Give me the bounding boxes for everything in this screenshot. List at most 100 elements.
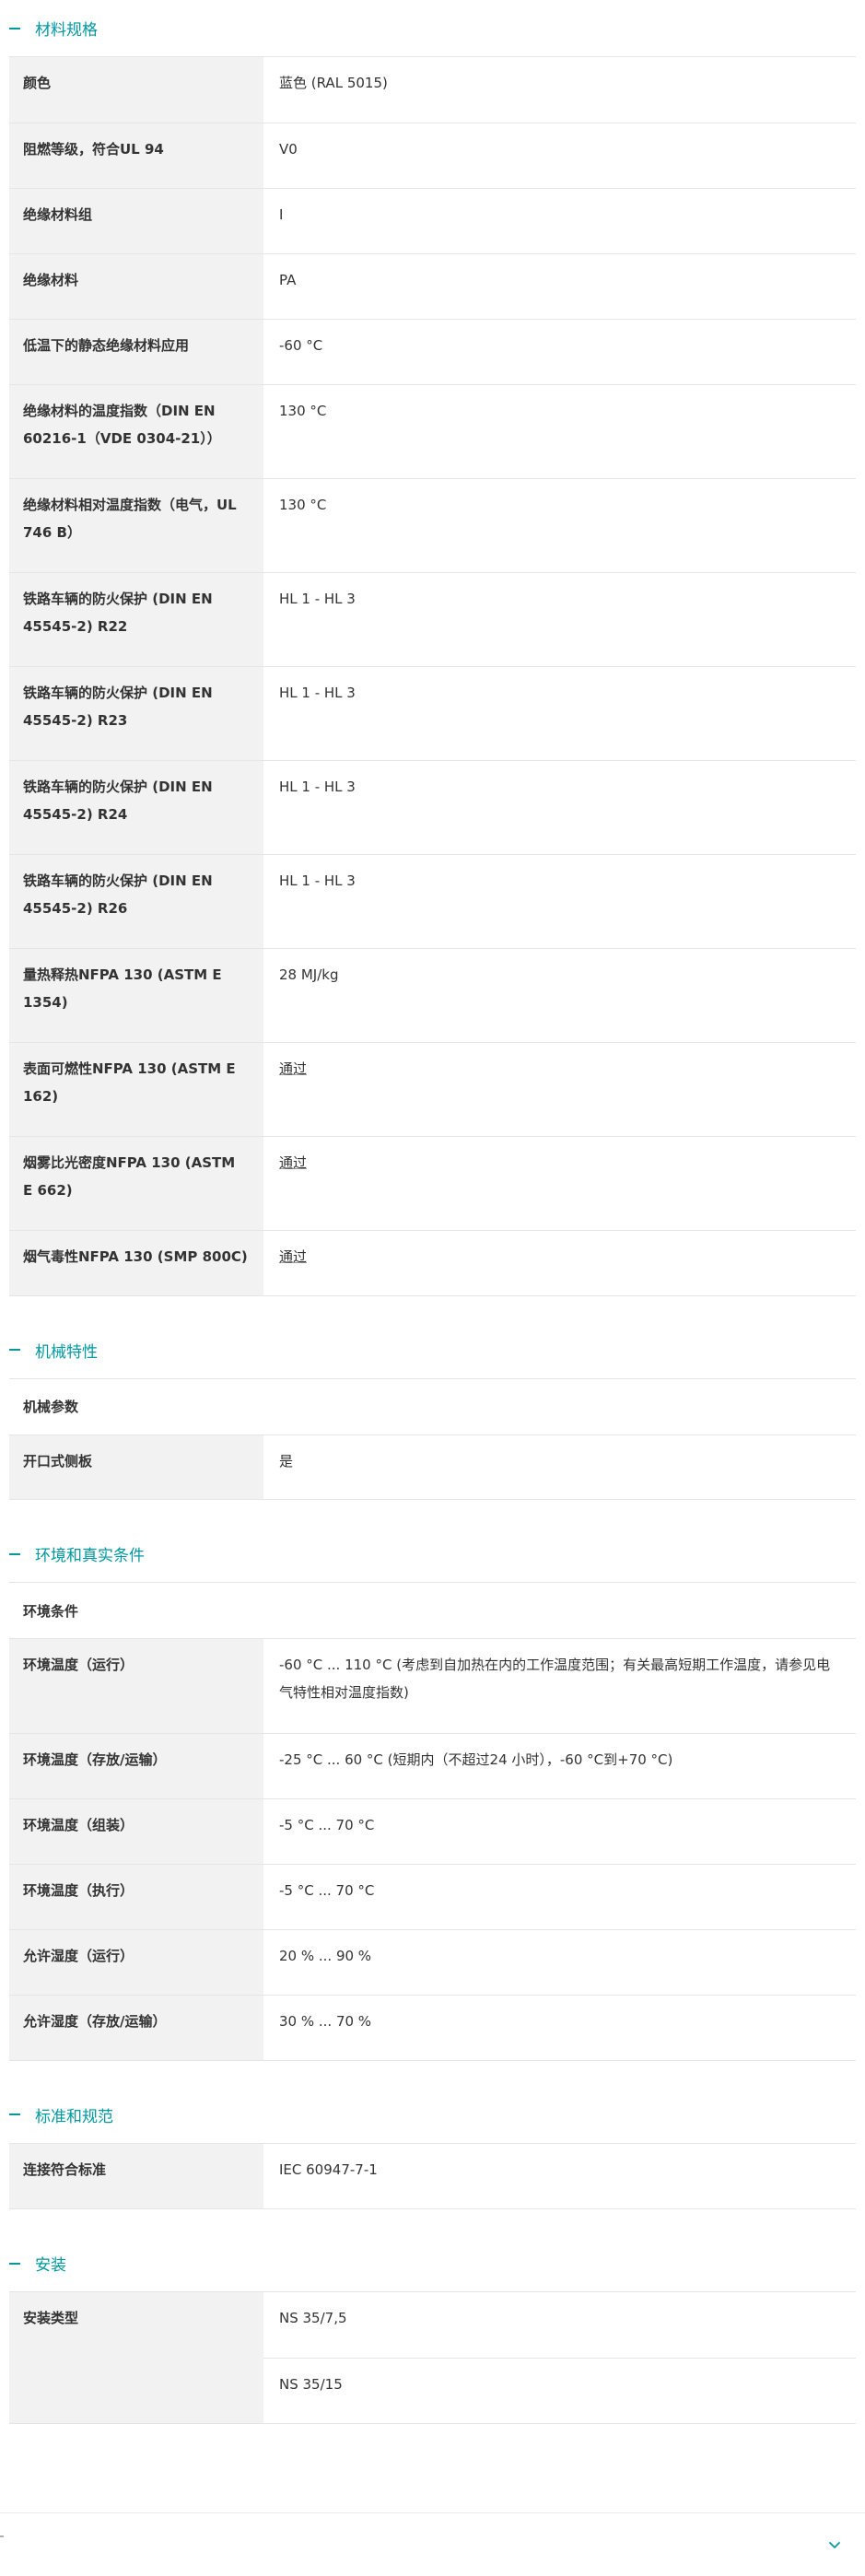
spec-label: 环境温度（执行）: [9, 1864, 263, 1930]
spec-value: 130 °C: [263, 384, 856, 479]
table-row: 环境温度（组装） -5 °C ... 70 °C: [9, 1798, 856, 1865]
section-header-material[interactable]: 材料规格: [9, 0, 856, 57]
spec-value: -5 °C ... 70 °C: [263, 1864, 856, 1930]
section-header-mechanical[interactable]: 机械特性: [9, 1322, 856, 1379]
section-header-environment[interactable]: 环境和真实条件: [9, 1526, 856, 1583]
spec-value: HL 1 - HL 3: [263, 760, 856, 855]
table-row: 颜色 蓝色 (RAL 5015): [9, 57, 856, 123]
spec-value-link[interactable]: 通过: [279, 1154, 307, 1171]
table-row: 铁路车辆的防火保护 (DIN EN 45545-2) R23 HL 1 - HL…: [9, 666, 856, 761]
spec-value: -60 °C: [263, 319, 856, 385]
footer-edge-mark: [0, 2535, 4, 2537]
table-row: 绝缘材料的温度指数（DIN EN 60216-1（VDE 0304-21）） 1…: [9, 384, 856, 479]
spec-value: I: [263, 188, 856, 254]
spec-value: 130 °C: [263, 478, 856, 573]
minus-icon[interactable]: [9, 27, 20, 29]
spec-label: 绝缘材料: [9, 253, 263, 320]
table-row: 允许湿度（运行） 20 % ... 90 %: [9, 1929, 856, 1996]
spec-label: 开口式侧板: [9, 1434, 263, 1500]
table-row: 连接符合标准 IEC 60947-7-1: [9, 2143, 856, 2209]
table-row: 烟气毒性NFPA 130 (SMP 800C) 通过: [9, 1230, 856, 1296]
chevron-down-icon[interactable]: [828, 2539, 841, 2552]
section-title: 机械特性: [35, 1342, 98, 1362]
section-header-installation[interactable]: 安装: [9, 2235, 856, 2292]
table-row: 环境温度（执行） -5 °C ... 70 °C: [9, 1864, 856, 1930]
spec-label: 安装类型: [9, 2292, 263, 2424]
section-header-standards[interactable]: 标准和规范: [9, 2087, 856, 2144]
spec-value: 通过: [263, 1042, 856, 1137]
spec-value: NS 35/7,5: [263, 2292, 856, 2359]
table-row: 铁路车辆的防火保护 (DIN EN 45545-2) R26 HL 1 - HL…: [9, 854, 856, 949]
spec-table-installation: 安装类型 NS 35/7,5 NS 35/15: [9, 2292, 856, 2424]
section-title: 标准和规范: [35, 2107, 113, 2126]
spec-label: 绝缘材料的温度指数（DIN EN 60216-1（VDE 0304-21））: [9, 384, 263, 479]
spec-value: 蓝色 (RAL 5015): [263, 57, 856, 123]
spec-label: 绝缘材料相对温度指数（电气，UL 746 B）: [9, 478, 263, 573]
sub-heading: 机械参数: [9, 1379, 856, 1435]
section-standards: 标准和规范 连接符合标准 IEC 60947-7-1: [9, 2087, 856, 2209]
spec-value: 通过: [263, 1230, 856, 1296]
spec-label: 铁路车辆的防火保护 (DIN EN 45545-2) R23: [9, 666, 263, 761]
spec-table-environment: 环境温度（运行） -60 °C ... 110 °C (考虑到自加热在内的工作温…: [9, 1639, 856, 2061]
spec-label: 表面可燃性NFPA 130 (ASTM E 162): [9, 1042, 263, 1137]
spec-value: 是: [263, 1434, 856, 1500]
spec-value: NS 35/15: [263, 2358, 856, 2424]
section-title: 环境和真实条件: [35, 1547, 145, 1565]
spec-value: HL 1 - HL 3: [263, 854, 856, 949]
spec-value: 20 % ... 90 %: [263, 1929, 856, 1996]
spec-value: IEC 60947-7-1: [263, 2143, 856, 2209]
spec-label: 烟气毒性NFPA 130 (SMP 800C): [9, 1230, 263, 1296]
spec-value: PA: [263, 253, 856, 320]
spec-label: 量热释热NFPA 130 (ASTM E 1354): [9, 948, 263, 1043]
section-mechanical: 机械特性 机械参数 开口式侧板 是: [9, 1322, 856, 1500]
minus-icon[interactable]: [9, 2262, 20, 2265]
spec-value: -25 °C ... 60 °C (短期内（不超过24 小时），-60 °C到+…: [263, 1733, 856, 1799]
section-title: 安装: [35, 2256, 66, 2275]
sub-heading: 环境条件: [9, 1583, 856, 1639]
product-specs-page: 材料规格 颜色 蓝色 (RAL 5015) 阻燃等级，符合UL 94 V0 绝缘…: [0, 0, 865, 2424]
spec-value: 30 % ... 70 %: [263, 1995, 856, 2061]
table-row: 绝缘材料组 I: [9, 188, 856, 254]
table-row: 环境温度（存放/运输） -25 °C ... 60 °C (短期内（不超过24 …: [9, 1733, 856, 1799]
table-row: 环境温度（运行） -60 °C ... 110 °C (考虑到自加热在内的工作温…: [9, 1639, 856, 1734]
spec-value-link[interactable]: 通过: [279, 1248, 307, 1265]
spec-label: 环境温度（存放/运输）: [9, 1733, 263, 1799]
spec-value: -60 °C ... 110 °C (考虑到自加热在内的工作温度范围；有关最高短…: [263, 1639, 856, 1734]
table-row: 铁路车辆的防火保护 (DIN EN 45545-2) R24 HL 1 - HL…: [9, 760, 856, 855]
table-row: 绝缘材料相对温度指数（电气，UL 746 B） 130 °C: [9, 478, 856, 573]
section-title: 材料规格: [35, 21, 98, 40]
section-material: 材料规格 颜色 蓝色 (RAL 5015) 阻燃等级，符合UL 94 V0 绝缘…: [9, 0, 856, 1296]
footer-divider: [0, 2512, 865, 2513]
spec-label: 绝缘材料组: [9, 188, 263, 254]
table-row: 铁路车辆的防火保护 (DIN EN 45545-2) R22 HL 1 - HL…: [9, 572, 856, 667]
spec-label: 允许湿度（存放/运输）: [9, 1995, 263, 2061]
table-row: 开口式侧板 是: [9, 1434, 856, 1500]
table-row: 阻燃等级，符合UL 94 V0: [9, 123, 856, 189]
table-row: 量热释热NFPA 130 (ASTM E 1354) 28 MJ/kg: [9, 948, 856, 1043]
spec-label: 环境温度（运行）: [9, 1639, 263, 1734]
spec-table-standards: 连接符合标准 IEC 60947-7-1: [9, 2143, 856, 2209]
spec-value: V0: [263, 123, 856, 189]
spec-value: 通过: [263, 1136, 856, 1231]
spec-label: 环境温度（组装）: [9, 1798, 263, 1865]
spec-table-material: 颜色 蓝色 (RAL 5015) 阻燃等级，符合UL 94 V0 绝缘材料组 I…: [9, 57, 856, 1296]
spec-value: HL 1 - HL 3: [263, 666, 856, 761]
table-row: 表面可燃性NFPA 130 (ASTM E 162) 通过: [9, 1042, 856, 1137]
spec-table-mechanical: 开口式侧板 是: [9, 1434, 856, 1500]
spec-label: 铁路车辆的防火保护 (DIN EN 45545-2) R24: [9, 760, 263, 855]
spec-label: 阻燃等级，符合UL 94: [9, 123, 263, 189]
spec-label: 烟雾比光密度NFPA 130 (ASTM E 662): [9, 1136, 263, 1231]
spec-value: -5 °C ... 70 °C: [263, 1798, 856, 1865]
spec-value-link[interactable]: 通过: [279, 1060, 307, 1077]
spec-label: 铁路车辆的防火保护 (DIN EN 45545-2) R26: [9, 854, 263, 949]
spec-label: 低温下的静态绝缘材料应用: [9, 319, 263, 385]
minus-icon[interactable]: [9, 1349, 20, 1351]
minus-icon[interactable]: [9, 1552, 20, 1555]
table-row: 允许湿度（存放/运输） 30 % ... 70 %: [9, 1995, 856, 2061]
minus-icon[interactable]: [9, 2113, 20, 2115]
section-environment: 环境和真实条件 环境条件 环境温度（运行） -60 °C ... 110 °C …: [9, 1526, 856, 2061]
spec-label: 连接符合标准: [9, 2143, 263, 2209]
spec-value: 28 MJ/kg: [263, 948, 856, 1043]
spec-label: 允许湿度（运行）: [9, 1929, 263, 1996]
table-row: 绝缘材料 PA: [9, 253, 856, 320]
